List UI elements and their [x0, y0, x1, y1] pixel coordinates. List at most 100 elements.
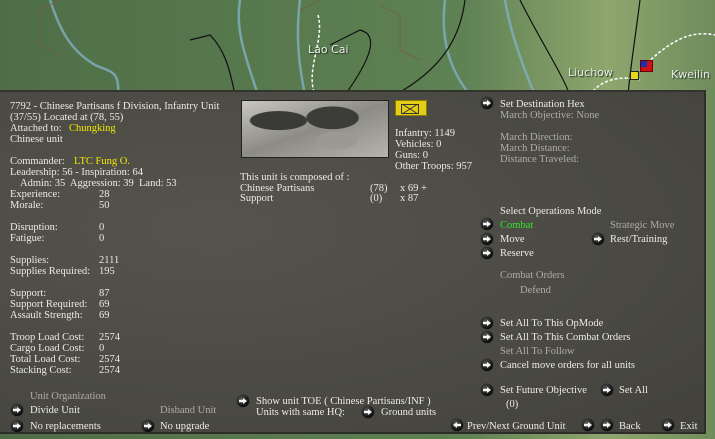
map-label-liuchow: Liuchow — [568, 66, 613, 79]
stat-value: 69 — [99, 310, 110, 321]
vehicles-count: Vehicles: 0 — [395, 139, 442, 150]
stat-label: Fatigue: — [10, 233, 45, 244]
attached-hq-link[interactable]: Chungking — [69, 123, 116, 134]
next-unit-arrow-icon[interactable] — [582, 419, 594, 431]
set-destination-arrow-icon[interactable] — [481, 97, 493, 109]
ops-mode-reserve[interactable]: Reserve — [500, 248, 534, 259]
exit-arrow-icon[interactable] — [662, 419, 674, 431]
stat-label: Supplies: — [10, 255, 50, 266]
move-arrow-icon[interactable] — [481, 233, 493, 245]
march-direction: March Direction: — [500, 132, 573, 143]
upgrade-toggle[interactable]: No upgrade — [160, 421, 209, 432]
ops-mode-header: Select Operations Mode — [500, 206, 602, 217]
unit-location: (37/55) Located at (78, 55) — [10, 112, 124, 123]
commander-ratings: Admin: 35 Aggression: 39 Land: 53 — [20, 178, 177, 189]
stat-label: Experience: — [10, 189, 61, 200]
combat-orders-value: Defend — [520, 285, 551, 296]
map-terrain — [39, 0, 715, 95]
stat-value: 195 — [99, 266, 115, 277]
same-hq-label: Units with same HQ: — [256, 407, 345, 418]
stat-value: 2574 — [99, 332, 120, 343]
disband-unit-button: Disband Unit — [160, 405, 217, 416]
stat-value: 69 — [99, 299, 110, 310]
unit-type-icon — [395, 100, 427, 116]
stat-label: Morale: — [10, 200, 44, 211]
stat-value: 0 — [99, 233, 105, 244]
composition-row-qty: x 87 — [400, 193, 419, 204]
set-destination-button[interactable]: Set Destination Hex — [500, 99, 585, 110]
cancel-move-orders-button[interactable]: Cancel move orders for all units — [500, 360, 635, 371]
show-toe-arrow-icon[interactable] — [237, 395, 249, 407]
future-objective-arrow-icon[interactable] — [481, 384, 493, 396]
cancel-move-arrow-icon[interactable] — [481, 359, 493, 371]
composition-row-name: Support — [240, 193, 274, 204]
exit-button[interactable]: Exit — [680, 421, 698, 432]
composition-header: This unit is composed of : — [240, 172, 350, 183]
stat-value: 87 — [99, 288, 110, 299]
set-future-objective-button[interactable]: Set Future Objective — [500, 385, 587, 396]
replacements-toggle[interactable]: No replacements — [30, 421, 101, 432]
other-troops-count: Other Troops: 957 — [395, 161, 473, 172]
stat-label: Support: — [10, 288, 47, 299]
rest-arrow-icon[interactable] — [592, 233, 604, 245]
stat-value: 28 — [99, 189, 110, 200]
map-label-lao-cai: Lao Cai — [308, 43, 349, 56]
commander-link[interactable]: LTC Fung O. — [74, 156, 130, 167]
ops-mode-combat[interactable]: Combat — [500, 220, 533, 231]
stat-value: 2574 — [99, 365, 120, 376]
stat-value: 2574 — [99, 354, 120, 365]
chinese-flag-icon[interactable] — [640, 60, 653, 72]
composition-row-count: (0) — [370, 193, 383, 204]
combat-arrow-icon[interactable] — [481, 218, 493, 230]
stat-label: Stacking Cost: — [10, 365, 72, 376]
stat-label: Assault Strength: — [10, 310, 83, 321]
divide-unit-arrow-icon[interactable] — [11, 404, 23, 416]
back-arrow-icon[interactable] — [601, 419, 613, 431]
unit-counter-icon[interactable] — [630, 71, 639, 80]
set-all-opmode-button[interactable]: Set All To This OpMode — [500, 318, 603, 329]
stat-value: 50 — [99, 200, 110, 211]
set-all-opmode-arrow-icon[interactable] — [481, 317, 493, 329]
guns-count: Guns: 0 — [395, 150, 428, 161]
stat-label: Support Required: — [10, 299, 88, 310]
stat-value: 0 — [99, 222, 105, 233]
set-all-follow-button: Set All To Follow — [500, 346, 575, 357]
prev-unit-arrow-icon[interactable] — [451, 419, 463, 431]
unit-nationality: Chinese unit — [10, 134, 63, 145]
attached-label: Attached to: — [10, 123, 62, 134]
combat-orders-header: Combat Orders — [500, 270, 565, 281]
map-label-kweilin: Kweilin — [671, 68, 711, 81]
unit-photo — [241, 100, 389, 158]
show-toe-button[interactable]: Show unit TOE ( Chinese Partisans/INF ) — [256, 396, 431, 407]
commander-label: Commander: — [10, 156, 65, 167]
stat-label: Troop Load Cost: — [10, 332, 85, 343]
replacements-arrow-icon[interactable] — [11, 420, 23, 432]
reserve-arrow-icon[interactable] — [481, 247, 493, 259]
set-all-arrow-icon[interactable] — [601, 384, 613, 396]
leadership-stats: Leadership: 56 - Inspiration: 64 — [10, 167, 143, 178]
ground-units-button[interactable]: Ground units — [381, 407, 436, 418]
ops-mode-move[interactable]: Move — [500, 234, 525, 245]
ops-mode-rest-training[interactable]: Rest/Training — [610, 234, 667, 245]
march-objective: March Objective: None — [500, 110, 600, 121]
set-all-combat-orders-button[interactable]: Set All To This Combat Orders — [500, 332, 630, 343]
future-objective-value: (0) — [506, 399, 519, 410]
stat-label: Disruption: — [10, 222, 58, 233]
ground-units-arrow-icon[interactable] — [362, 406, 374, 418]
stat-value: 2111 — [99, 255, 120, 266]
set-all-button[interactable]: Set All — [619, 385, 648, 396]
divide-unit-button[interactable]: Divide Unit — [30, 405, 80, 416]
back-button[interactable]: Back — [619, 421, 641, 432]
ops-mode-strategic-move: Strategic Move — [610, 220, 675, 231]
upgrade-arrow-icon[interactable] — [142, 420, 154, 432]
unit-title: 7792 - Chinese Partisans f Division, Inf… — [10, 101, 220, 112]
stat-label: Total Load Cost: — [10, 354, 81, 365]
stat-label: Supplies Required: — [10, 266, 91, 277]
stat-label: Cargo Load Cost: — [10, 343, 85, 354]
unit-organization-header: Unit Organization — [30, 391, 106, 402]
distance-traveled: Distance Traveled: — [500, 154, 580, 165]
set-all-combat-orders-arrow-icon[interactable] — [481, 331, 493, 343]
march-distance: March Distance: — [500, 143, 570, 154]
prev-next-ground-unit-label: Prev/Next Ground Unit — [467, 421, 566, 432]
stat-value: 0 — [99, 343, 105, 354]
